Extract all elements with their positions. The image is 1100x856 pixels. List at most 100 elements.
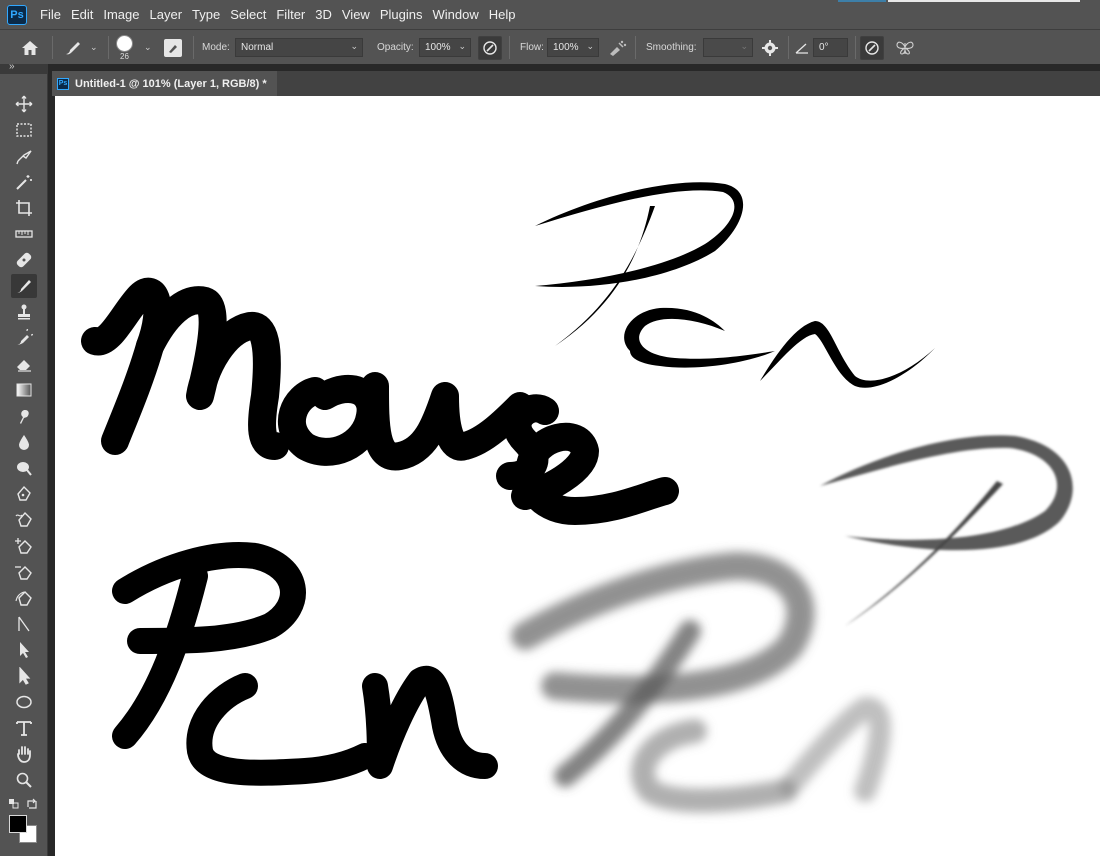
brush-icon — [17, 280, 31, 293]
symmetry-button[interactable] — [895, 30, 915, 65]
p-grey-stroke — [820, 435, 1073, 626]
history-brush-tool[interactable] — [11, 326, 37, 350]
move-tool[interactable] — [11, 92, 37, 116]
zoom-icon — [16, 772, 32, 788]
chevron-down-icon: ⌄ — [144, 42, 152, 52]
options-bar: ⌄ 26 ⌄ Mode: Normal ⌄ Opacity: 100% ⌄ Fl… — [0, 29, 1100, 64]
brush-tool[interactable] — [11, 274, 37, 298]
brush-picker[interactable]: 26 — [116, 30, 133, 65]
menu-image[interactable]: Image — [98, 0, 144, 29]
healing-brush-tool[interactable] — [11, 248, 37, 272]
flow-label: Flow: — [520, 42, 544, 53]
mode-value: Normal — [241, 42, 274, 53]
menu-3d[interactable]: 3D — [310, 0, 337, 29]
crop-tool[interactable] — [11, 196, 37, 220]
ruler-icon — [15, 230, 33, 238]
flow-input[interactable]: 100% ⌄ — [547, 38, 599, 57]
opacity-value: 100% — [425, 42, 451, 53]
lasso-icon — [16, 150, 32, 165]
pen-tool[interactable] — [11, 482, 37, 506]
path-selection-icon — [20, 642, 29, 658]
add-anchor-tool[interactable] — [11, 534, 37, 558]
marquee-tool[interactable] — [11, 118, 37, 142]
smudge-tool[interactable] — [11, 404, 37, 428]
eraser-tool[interactable] — [11, 352, 37, 376]
smoothing-input[interactable]: ⌄ — [703, 38, 753, 57]
brush-settings-toggle[interactable] — [164, 30, 182, 65]
pen-soft-stroke — [511, 551, 891, 813]
opacity-input[interactable]: 100% ⌄ — [419, 38, 471, 57]
freeform-pen-tool[interactable] — [11, 508, 37, 532]
color-swatches — [9, 815, 39, 845]
path-selection-tool[interactable] — [11, 638, 37, 662]
smudge-icon — [20, 410, 29, 424]
magic-wand-icon — [16, 175, 32, 190]
menu-layer[interactable]: Layer — [145, 0, 188, 29]
lasso-tool[interactable] — [11, 144, 37, 168]
menu-type[interactable]: Type — [187, 0, 225, 29]
smoothing-options-button[interactable] — [761, 30, 779, 65]
menu-edit[interactable]: Edit — [66, 0, 98, 29]
curvature-pen-tool[interactable] — [11, 586, 37, 610]
menu-filter[interactable]: Filter — [271, 0, 310, 29]
convert-point-tool[interactable] — [11, 612, 37, 636]
chevron-down-icon: ⌄ — [90, 42, 98, 52]
angle-icon-wrapper — [795, 30, 809, 65]
default-colors-icon[interactable] — [8, 798, 20, 810]
tools-panel — [0, 74, 48, 856]
document-tab[interactable]: Ps Untitled-1 @ 101% (Layer 1, RGB/8) * — [52, 71, 277, 96]
clone-stamp-icon — [18, 304, 30, 320]
pen-thin-stroke — [535, 182, 935, 388]
menu-help[interactable]: Help — [484, 0, 521, 29]
home-button[interactable] — [20, 30, 40, 65]
clone-stamp-tool[interactable] — [11, 300, 37, 324]
chevron-down-icon: ⌄ — [586, 41, 594, 51]
blur-tool[interactable] — [11, 430, 37, 454]
ps-document-icon: Ps — [57, 77, 69, 90]
toolbar-collapse-strip[interactable]: » — [0, 61, 48, 74]
canvas[interactable] — [55, 96, 1100, 856]
gradient-tool[interactable] — [11, 378, 37, 402]
ruler-tool[interactable] — [11, 222, 37, 246]
document-tab-bar: Ps Untitled-1 @ 101% (Layer 1, RGB/8) * — [52, 71, 1100, 96]
photoshop-logo[interactable]: Ps — [7, 4, 27, 25]
brush-tip-icon — [116, 34, 133, 52]
menu-select[interactable]: Select — [225, 0, 271, 29]
delete-anchor-icon — [15, 566, 32, 580]
mouse-stroke — [81, 278, 679, 525]
type-tool[interactable] — [11, 716, 37, 740]
pressure-opacity-button[interactable] — [478, 35, 502, 60]
opacity-label: Opacity: — [377, 42, 414, 53]
move-tool-icon — [15, 95, 33, 113]
mode-label: Mode: — [202, 42, 230, 53]
painting — [81, 182, 1073, 813]
ellipse-tool[interactable] — [11, 690, 37, 714]
zoom-tool[interactable] — [11, 768, 37, 792]
direct-selection-icon — [19, 667, 31, 685]
gradient-icon — [16, 383, 32, 397]
tool-preset-picker[interactable]: ⌄ — [62, 30, 98, 65]
angle-input[interactable]: 0° — [813, 38, 848, 57]
chevron-down-icon: ⌄ — [458, 41, 466, 51]
menu-view[interactable]: View — [337, 0, 375, 29]
healing-brush-icon — [16, 252, 32, 268]
foreground-color-swatch[interactable] — [9, 815, 27, 833]
gear-icon — [762, 39, 778, 56]
pressure-size-button[interactable] — [860, 35, 884, 60]
add-anchor-icon — [15, 538, 32, 554]
swap-colors-icon[interactable] — [26, 798, 38, 810]
hand-tool[interactable] — [11, 742, 37, 766]
dodge-tool[interactable] — [11, 456, 37, 480]
blur-icon — [19, 435, 29, 450]
menu-bar: Ps File Edit Image Layer Type Select Fil… — [0, 0, 1100, 29]
delete-anchor-tool[interactable] — [11, 560, 37, 584]
mode-dropdown[interactable]: Normal ⌄ — [235, 38, 363, 57]
menu-window[interactable]: Window — [427, 0, 483, 29]
brush-picker-dropdown[interactable]: ⌄ — [144, 30, 152, 65]
menu-file[interactable]: File — [35, 0, 66, 29]
direct-selection-tool[interactable] — [11, 664, 37, 688]
flow-value: 100% — [553, 42, 579, 53]
airbrush-button[interactable] — [607, 30, 627, 65]
magic-wand-tool[interactable] — [11, 170, 37, 194]
menu-plugins[interactable]: Plugins — [375, 0, 428, 29]
